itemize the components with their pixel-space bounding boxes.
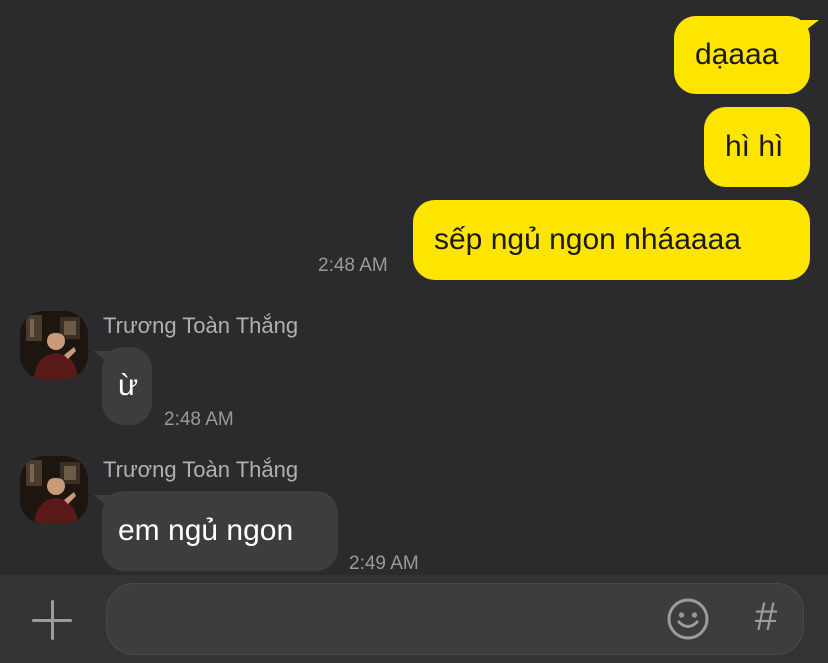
smiley-emoji-icon[interactable] bbox=[666, 597, 710, 641]
avatar-photo bbox=[20, 311, 88, 379]
message-timestamp: 2:48 AM bbox=[164, 409, 234, 430]
contact-avatar[interactable] bbox=[20, 456, 88, 524]
contact-avatar[interactable] bbox=[20, 311, 88, 379]
message-timestamp: 2:48 AM bbox=[318, 255, 388, 276]
message-text: em ngủ ngon bbox=[118, 514, 294, 547]
incoming-message-bubble[interactable]: em ngủ ngon bbox=[93, 491, 338, 571]
sender-name: Trương Toàn Thắng bbox=[103, 457, 299, 482]
hashtag-icon[interactable]: # bbox=[748, 593, 784, 641]
message-timestamp: 2:49 AM bbox=[349, 553, 419, 574]
message-text: hì hì bbox=[725, 130, 784, 163]
chat-message-list[interactable]: dạaaa hì hì sếp ngủ ngon nháaaaa 2:48 AM… bbox=[0, 0, 828, 575]
message-text: sếp ngủ ngon nháaaaa bbox=[434, 223, 741, 256]
message-input-bar: # bbox=[0, 575, 828, 663]
message-text: ừ bbox=[118, 369, 139, 402]
message-text: dạaaa bbox=[695, 38, 779, 71]
outgoing-message-bubble[interactable]: sếp ngủ ngon nháaaaa bbox=[413, 200, 810, 280]
plus-icon[interactable] bbox=[32, 600, 72, 640]
incoming-message-bubble[interactable]: ừ bbox=[93, 347, 152, 425]
avatar-photo bbox=[20, 456, 88, 524]
sender-name: Trương Toàn Thắng bbox=[103, 313, 299, 338]
outgoing-message-bubble[interactable]: hì hì bbox=[704, 107, 810, 187]
outgoing-message-bubble[interactable]: dạaaa bbox=[674, 16, 819, 94]
